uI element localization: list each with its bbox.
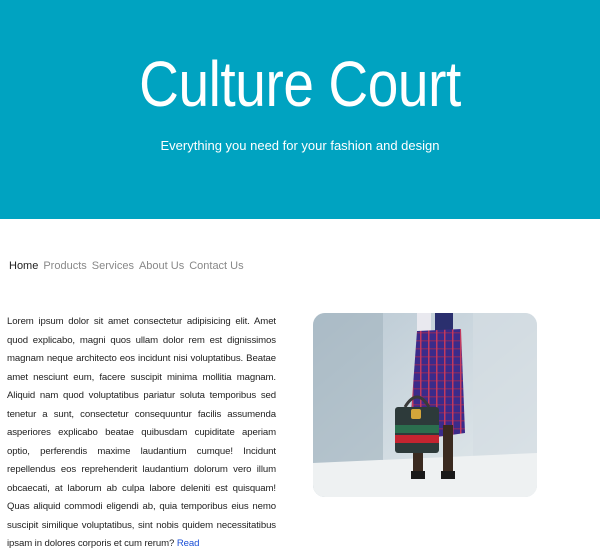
nav-item-contact-us[interactable]: Contact Us: [189, 258, 243, 274]
read-more-link[interactable]: Read: [177, 538, 200, 549]
fashion-photo: [313, 313, 537, 497]
main-nav: Home Products Services About Us Contact …: [9, 258, 244, 274]
site-title: Culture Court: [139, 48, 461, 120]
article-body: Lorem ipsum dolor sit amet consectetur a…: [7, 316, 276, 549]
nav-item-home[interactable]: Home: [9, 258, 38, 274]
article-text: Lorem ipsum dolor sit amet consectetur a…: [7, 313, 276, 554]
nav-item-products[interactable]: Products: [43, 258, 86, 274]
nav-item-about-us[interactable]: About Us: [139, 258, 184, 274]
site-tagline: Everything you need for your fashion and…: [160, 138, 440, 153]
nav-item-services[interactable]: Services: [92, 258, 134, 274]
hero-banner: Culture Court Everything you need for yo…: [0, 0, 600, 219]
